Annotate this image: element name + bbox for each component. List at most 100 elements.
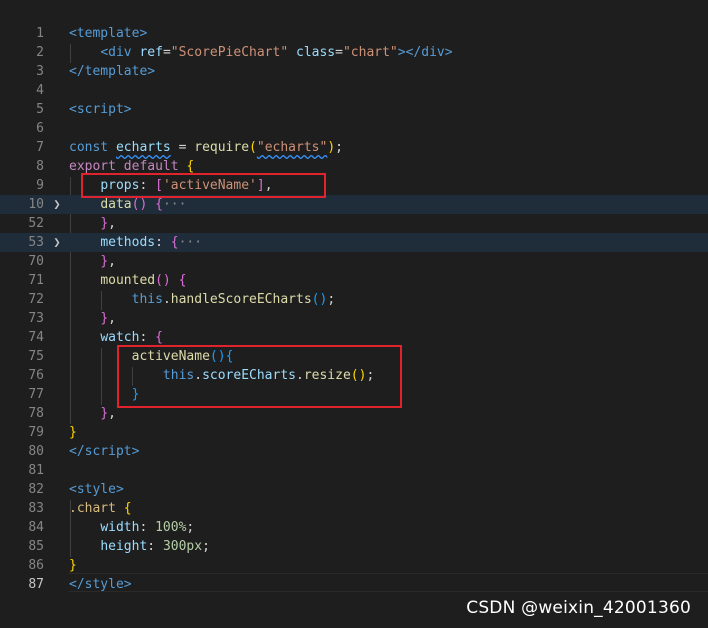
code-line[interactable]: 71 mounted() {: [0, 271, 708, 290]
code-token: }: [100, 254, 109, 269]
code-token: ,: [108, 254, 116, 269]
code-token: div: [421, 45, 445, 60]
code-token: <: [69, 102, 77, 117]
line-number: 7: [36, 140, 44, 155]
line-number: 3: [36, 64, 44, 79]
code-line[interactable]: 7 const echarts = require("echarts");: [0, 138, 708, 157]
code-line[interactable]: 84 width: 100%;: [0, 518, 708, 537]
code-token: }: [69, 558, 77, 573]
code-line[interactable]: 73 },: [0, 309, 708, 328]
code-token: </: [69, 577, 85, 592]
code-token: require: [194, 140, 250, 155]
code-line[interactable]: 85 height: 300px;: [0, 537, 708, 556]
code-line[interactable]: 72 this.handleScoreECharts();: [0, 290, 708, 309]
code-text: </script>: [69, 442, 139, 461]
code-token: template: [76, 26, 140, 41]
code-line[interactable]: 2 <div ref="ScorePieChart" class="chart"…: [0, 43, 708, 62]
code-token: default: [123, 159, 179, 174]
code-text: <template>: [69, 24, 147, 43]
code-token: :: [147, 539, 163, 554]
code-token: data: [100, 197, 132, 212]
line-number: 71: [28, 273, 44, 288]
code-token: ,: [108, 311, 116, 326]
code-line[interactable]: 81: [0, 461, 708, 480]
line-number: 77: [28, 387, 44, 402]
code-token: <: [100, 45, 109, 60]
code-line[interactable]: 53 ❯ methods: {···: [0, 233, 708, 252]
code-token: =: [170, 140, 195, 155]
code-token: .: [162, 292, 171, 307]
code-token: }: [69, 425, 77, 440]
code-token: :: [139, 520, 156, 535]
code-token: }: [100, 311, 109, 326]
code-line[interactable]: 4: [0, 81, 708, 100]
code-token: style: [84, 577, 124, 592]
code-token: script: [84, 444, 132, 459]
code-editor[interactable]: 1 <template> 2 <div ref="ScorePieChart" cl…: [0, 0, 708, 628]
line-number: 79: [28, 425, 44, 440]
code-token: >: [131, 444, 140, 459]
code-token: this: [131, 292, 163, 307]
code-token: "chart": [342, 45, 398, 60]
code-text: }: [69, 423, 77, 442]
code-text: this.handleScoreECharts();: [69, 290, 336, 309]
highlight-box-props: [81, 173, 326, 198]
line-number: 80: [28, 444, 44, 459]
code-text: <div ref="ScorePieChart" class="chart"><…: [69, 43, 452, 62]
code-token: <: [69, 26, 77, 41]
code-line[interactable]: 3 </template>: [0, 62, 708, 81]
code-token: >: [123, 577, 132, 592]
line-number: 2: [36, 45, 44, 60]
code-token: export: [69, 159, 116, 174]
code-token: {: [186, 159, 195, 174]
code-line[interactable]: 1 <template>: [0, 24, 708, 43]
code-text: </style>: [69, 575, 132, 594]
code-token: =: [162, 45, 171, 60]
code-token: ,: [108, 406, 116, 421]
code-token: ;: [186, 520, 195, 535]
code-line[interactable]: 70 },: [0, 252, 708, 271]
line-number: 76: [28, 368, 44, 383]
highlight-box-watch: [117, 345, 402, 408]
code-token: ;: [335, 140, 343, 155]
code-token: ></: [397, 45, 422, 60]
code-text: },: [69, 214, 116, 233]
code-token: ···: [162, 197, 187, 212]
code-line[interactable]: 52 },: [0, 214, 708, 233]
line-number: 78: [28, 406, 44, 421]
line-number: 52: [28, 216, 44, 231]
code-text: methods: {···: [69, 233, 202, 252]
code-token: >: [123, 102, 132, 117]
code-token: {: [178, 273, 187, 288]
line-number: 85: [28, 539, 44, 554]
code-line[interactable]: 87 </style>: [0, 575, 708, 594]
code-line[interactable]: 79}: [0, 423, 708, 442]
code-line[interactable]: 6: [0, 119, 708, 138]
code-token: ): [327, 140, 336, 155]
code-token: {: [155, 330, 163, 345]
code-line[interactable]: 80 </script>: [0, 442, 708, 461]
code-line[interactable]: 86}: [0, 556, 708, 575]
code-line[interactable]: 83 .chart {: [0, 499, 708, 518]
code-token: div: [108, 45, 132, 60]
chevron-right-icon[interactable]: ❯: [51, 195, 63, 214]
code-token: "echarts": [256, 140, 328, 155]
code-token: 100%: [155, 520, 187, 535]
line-number: 9: [36, 178, 44, 193]
code-token: methods: [100, 235, 156, 250]
code-token: mounted: [100, 273, 156, 288]
code-text: },: [69, 309, 116, 328]
code-text: .chart {: [69, 499, 132, 518]
code-line[interactable]: 82 <style>: [0, 480, 708, 499]
chevron-right-icon[interactable]: ❯: [51, 233, 63, 252]
code-token: const: [69, 140, 109, 155]
code-line[interactable]: 5 <script>: [0, 100, 708, 119]
code-token: ;: [202, 539, 210, 554]
